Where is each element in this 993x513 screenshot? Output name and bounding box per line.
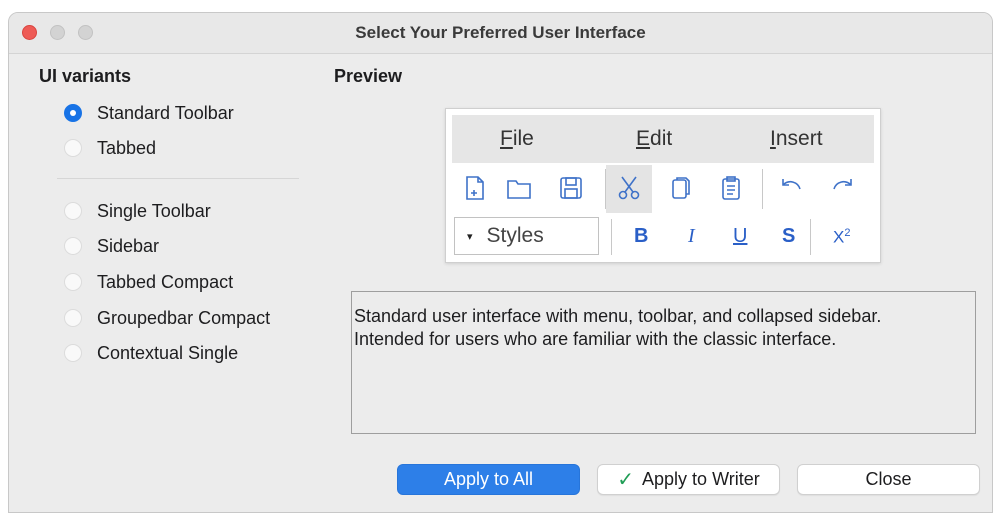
preview-heading: Preview [334, 66, 403, 86]
styles-dropdown: ▾ Styles [454, 217, 599, 255]
radio-standard-toolbar[interactable]: Standard Toolbar [64, 101, 234, 125]
toolbar-separator [605, 169, 606, 209]
window-title: Select Your Preferred User Interface [355, 23, 646, 42]
radio-contextual-single[interactable]: Contextual Single [64, 341, 238, 365]
menu-item-insert: Insert [770, 127, 823, 150]
toolbar-separator [611, 219, 612, 255]
bold-icon: B [634, 225, 649, 247]
preview-menubar: File Edit Insert [452, 115, 874, 163]
copy-icon [664, 173, 694, 203]
checkmark-icon: ✓ [617, 469, 635, 491]
radio-label: Tabbed Compact [97, 271, 234, 292]
radio-group-divider [57, 178, 299, 179]
radio-button[interactable] [64, 309, 82, 327]
radio-single-toolbar[interactable]: Single Toolbar [64, 199, 211, 223]
apply-to-writer-label: Apply to Writer [642, 469, 760, 489]
styles-label: Styles [486, 224, 544, 247]
cut-icon [614, 173, 644, 203]
radio-label: Single Toolbar [97, 200, 211, 221]
radio-groupedbar-compact[interactable]: Groupedbar Compact [64, 306, 270, 330]
title-bar: Select Your Preferred User Interface [9, 13, 992, 54]
toolbar-separator [762, 169, 763, 209]
radio-tabbed[interactable]: Tabbed [64, 136, 156, 160]
radio-label: Standard Toolbar [97, 102, 234, 123]
superscript-icon: X2 [833, 227, 851, 247]
apply-to-writer-button[interactable]: ✓ Apply to Writer [597, 464, 780, 495]
radio-sidebar[interactable]: Sidebar [64, 234, 159, 258]
undo-icon [776, 173, 806, 203]
radio-button[interactable] [64, 202, 82, 220]
radio-button[interactable] [64, 237, 82, 255]
ui-variants-heading: UI variants [39, 66, 132, 86]
menu-item-file: File [500, 127, 534, 150]
save-icon [556, 173, 586, 203]
radio-tabbed-compact[interactable]: Tabbed Compact [64, 270, 233, 294]
dialog-window: Select Your Preferred User Interface UI … [8, 12, 993, 513]
radio-button[interactable] [64, 344, 82, 362]
apply-to-all-button[interactable]: Apply to All [397, 464, 580, 495]
italic-icon: I [688, 225, 695, 247]
description-line-2: Intended for users who are familiar with… [354, 329, 837, 349]
underline-icon: U [733, 225, 748, 247]
preview-image: File Edit Insert ▾ Styles B I U S X2 [445, 108, 881, 263]
radio-label: Groupedbar Compact [97, 307, 271, 328]
description-line-1: Standard user interface with menu, toolb… [354, 306, 882, 326]
menu-item-edit: Edit [636, 127, 673, 150]
radio-button-selected[interactable] [64, 104, 82, 122]
close-button[interactable]: Close [797, 464, 980, 495]
open-folder-icon [504, 173, 534, 203]
radio-button[interactable] [64, 273, 82, 291]
strikethrough-icon: S [782, 225, 796, 247]
radio-label: Tabbed [97, 137, 157, 158]
dropdown-arrow-icon: ▾ [467, 230, 473, 243]
description-text: Standard user interface with menu, toolb… [351, 291, 976, 434]
radio-label: Sidebar [97, 235, 160, 256]
new-document-icon [460, 173, 490, 203]
toolbar-separator [810, 219, 811, 255]
radio-button[interactable] [64, 139, 82, 157]
redo-icon [828, 173, 858, 203]
radio-label: Contextual Single [97, 342, 239, 363]
paste-icon [716, 173, 746, 203]
